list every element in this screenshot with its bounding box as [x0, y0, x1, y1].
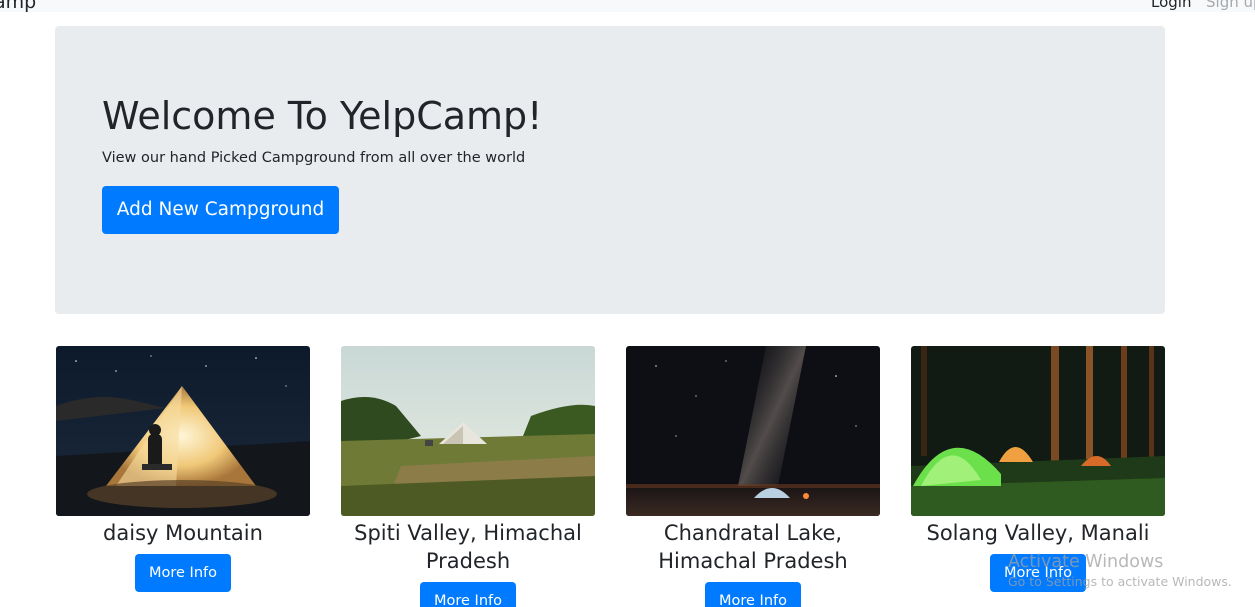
more-info-button[interactable]: More Info [420, 582, 516, 607]
campground-image[interactable] [911, 346, 1165, 516]
campground-name: Spiti Valley, Himachal Pradesh [354, 521, 582, 573]
navbar-brand[interactable]: amp [0, 0, 36, 12]
navbar: amp Login Sign up [0, 0, 1255, 12]
campground-name: daisy Mountain [103, 521, 263, 545]
more-info-button[interactable]: More Info [990, 554, 1086, 592]
add-campground-button[interactable]: Add New Campground [102, 186, 339, 234]
campground-card: Solang Valley, Manali More Info [911, 346, 1165, 592]
campground-card: daisy Mountain More Info [56, 346, 310, 592]
campground-image[interactable] [56, 346, 310, 516]
campground-card: Spiti Valley, Himachal Pradesh More Info [341, 346, 595, 607]
page-lead: View our hand Picked Campground from all… [102, 150, 526, 166]
campground-image[interactable] [341, 346, 595, 516]
page-title: Welcome To YelpCamp! [102, 94, 543, 138]
campground-image[interactable] [626, 346, 880, 516]
campground-name: Solang Valley, Manali [926, 521, 1150, 545]
nav-signup-link[interactable]: Sign up [1206, 0, 1255, 12]
more-info-button[interactable]: More Info [705, 582, 801, 607]
more-info-button[interactable]: More Info [135, 554, 231, 592]
jumbotron: Welcome To YelpCamp! View our hand Picke… [55, 26, 1165, 314]
campground-name: Chandratal Lake, Himachal Pradesh [658, 521, 848, 573]
nav-login-link[interactable]: Login [1151, 0, 1191, 12]
campground-card: Chandratal Lake, Himachal Pradesh More I… [626, 346, 880, 607]
